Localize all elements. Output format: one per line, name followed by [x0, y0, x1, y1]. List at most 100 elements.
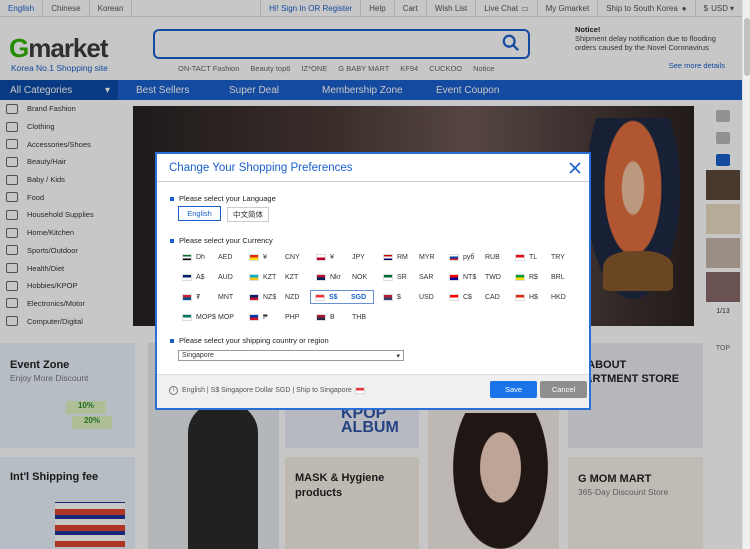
lang-option-chinese[interactable]: 中文简体: [227, 207, 269, 222]
currency-code: KZT: [285, 273, 299, 281]
currency-option-nzd[interactable]: NZ$ NZD: [245, 290, 309, 304]
currency-symbol: A$: [196, 273, 205, 281]
currency-option-try[interactable]: TL TRY: [511, 250, 575, 264]
currency-symbol: MOP$: [196, 313, 216, 321]
currency-code: SGD: [351, 293, 367, 301]
flag-icon: [316, 253, 326, 261]
preferences-summary: i English | S$ Singapore Dollar SGD | Sh…: [169, 386, 365, 395]
currency-symbol: B: [330, 313, 335, 321]
bullet-icon: [170, 196, 174, 201]
currency-option-brl[interactable]: R$ BRL: [511, 270, 575, 284]
chevron-down-icon: ▾: [396, 353, 400, 360]
flag-icon: [383, 293, 393, 301]
save-button[interactable]: Save: [490, 381, 537, 398]
currency-option-kzt[interactable]: KZT KZT: [245, 270, 309, 284]
currency-option-cad[interactable]: C$ CAD: [445, 290, 509, 304]
currency-label: Please select your Currency: [179, 236, 273, 245]
currency-symbol: R$: [529, 273, 538, 281]
currency-code: BRL: [551, 273, 565, 281]
preferences-modal: Change Your Shopping Preferences Please …: [155, 152, 591, 410]
country-select-value: Singapore: [182, 352, 214, 359]
modal-title: Change Your Shopping Preferences: [157, 154, 589, 182]
currency-option-sar[interactable]: SR SAR: [379, 270, 443, 284]
currency-code: SAR: [419, 273, 434, 281]
currency-option-mop[interactable]: MOP$ MOP: [178, 310, 242, 324]
bullet-icon: [170, 238, 174, 243]
currency-option-myr[interactable]: RM MYR: [379, 250, 443, 264]
country-select[interactable]: Singapore ▾: [178, 350, 404, 361]
currency-code: THB: [352, 313, 366, 321]
language-label: Please select your Language: [179, 194, 276, 203]
flag-icon: [249, 253, 259, 261]
currency-section-label: Please select your Currency: [170, 236, 273, 245]
country-label: Please select your shipping country or r…: [179, 336, 329, 345]
currency-option-hkd[interactable]: H$ HKD: [511, 290, 575, 304]
scrollbar-thumb[interactable]: [744, 18, 750, 76]
currency-code: CNY: [285, 253, 300, 261]
currency-option-sgd[interactable]: S$ SGD: [310, 290, 374, 304]
currency-symbol: ₱: [263, 313, 268, 321]
currency-symbol: ₮: [196, 293, 201, 301]
currency-symbol: H$: [529, 293, 538, 301]
currency-code: CAD: [485, 293, 500, 301]
currency-option-php[interactable]: ₱ PHP: [245, 310, 309, 324]
flag-icon: [383, 253, 393, 261]
scrollbar[interactable]: [742, 0, 750, 549]
currency-code: HKD: [551, 293, 566, 301]
flag-icon: [249, 293, 259, 301]
currency-code: TRY: [551, 253, 565, 261]
currency-option-nok[interactable]: Nkr NOK: [312, 270, 376, 284]
currency-code: NZD: [285, 293, 300, 301]
currency-option-thb[interactable]: B THB: [312, 310, 376, 324]
flag-icon: [182, 253, 192, 261]
currency-option-jpy[interactable]: ¥ JPY: [312, 250, 376, 264]
info-icon: i: [169, 386, 178, 395]
currency-symbol: $: [397, 293, 401, 301]
flag-icon: [515, 253, 525, 261]
currency-code: MOP: [218, 313, 234, 321]
currency-option-aed[interactable]: Dh AED: [178, 250, 242, 264]
currency-symbol: S$: [329, 293, 338, 301]
currency-option-mnt[interactable]: ₮ MNT: [178, 290, 242, 304]
flag-icon: [383, 273, 393, 281]
flag-icon: [315, 293, 325, 301]
currency-code: TWD: [485, 273, 501, 281]
lang-option-english[interactable]: English: [178, 206, 221, 221]
cancel-button[interactable]: Cancel: [540, 381, 587, 398]
currency-symbol: Nkr: [330, 273, 341, 281]
currency-option-aud[interactable]: A$ AUD: [178, 270, 242, 284]
currency-code: USD: [419, 293, 434, 301]
flag-icon: [182, 273, 192, 281]
currency-code: MNT: [218, 293, 234, 301]
currency-symbol: RM: [397, 253, 408, 261]
currency-symbol: руб: [463, 253, 475, 261]
currency-option-cny[interactable]: ¥ CNY: [245, 250, 309, 264]
currency-symbol: C$: [463, 293, 472, 301]
language-section-label: Please select your Language: [170, 194, 276, 203]
currency-code: AUD: [218, 273, 233, 281]
currency-code: AED: [218, 253, 233, 261]
flag-icon: [249, 313, 259, 321]
country-section-label: Please select your shipping country or r…: [170, 336, 329, 345]
currency-symbol: KZT: [263, 273, 277, 281]
currency-code: RUB: [485, 253, 500, 261]
currency-option-usd[interactable]: $ USD: [379, 290, 443, 304]
currency-code: JPY: [352, 253, 365, 261]
flag-icon: [316, 273, 326, 281]
currency-symbol: Dh: [196, 253, 205, 261]
currency-option-rub[interactable]: руб RUB: [445, 250, 509, 264]
currency-code: PHP: [285, 313, 300, 321]
currency-symbol: NZ$: [263, 293, 277, 301]
flag-icon: [316, 313, 326, 321]
flag-icon: [449, 253, 459, 261]
bullet-icon: [170, 338, 174, 343]
summary-text: English | S$ Singapore Dollar SGD | Ship…: [182, 387, 352, 394]
currency-option-twd[interactable]: NT$ TWD: [445, 270, 509, 284]
flag-icon: [515, 293, 525, 301]
flag-icon: [182, 293, 192, 301]
currency-symbol: ¥: [330, 253, 334, 261]
currency-symbol: NT$: [463, 273, 477, 281]
close-icon[interactable]: [567, 160, 583, 176]
flag-icon: [449, 293, 459, 301]
currency-symbol: TL: [529, 253, 538, 261]
